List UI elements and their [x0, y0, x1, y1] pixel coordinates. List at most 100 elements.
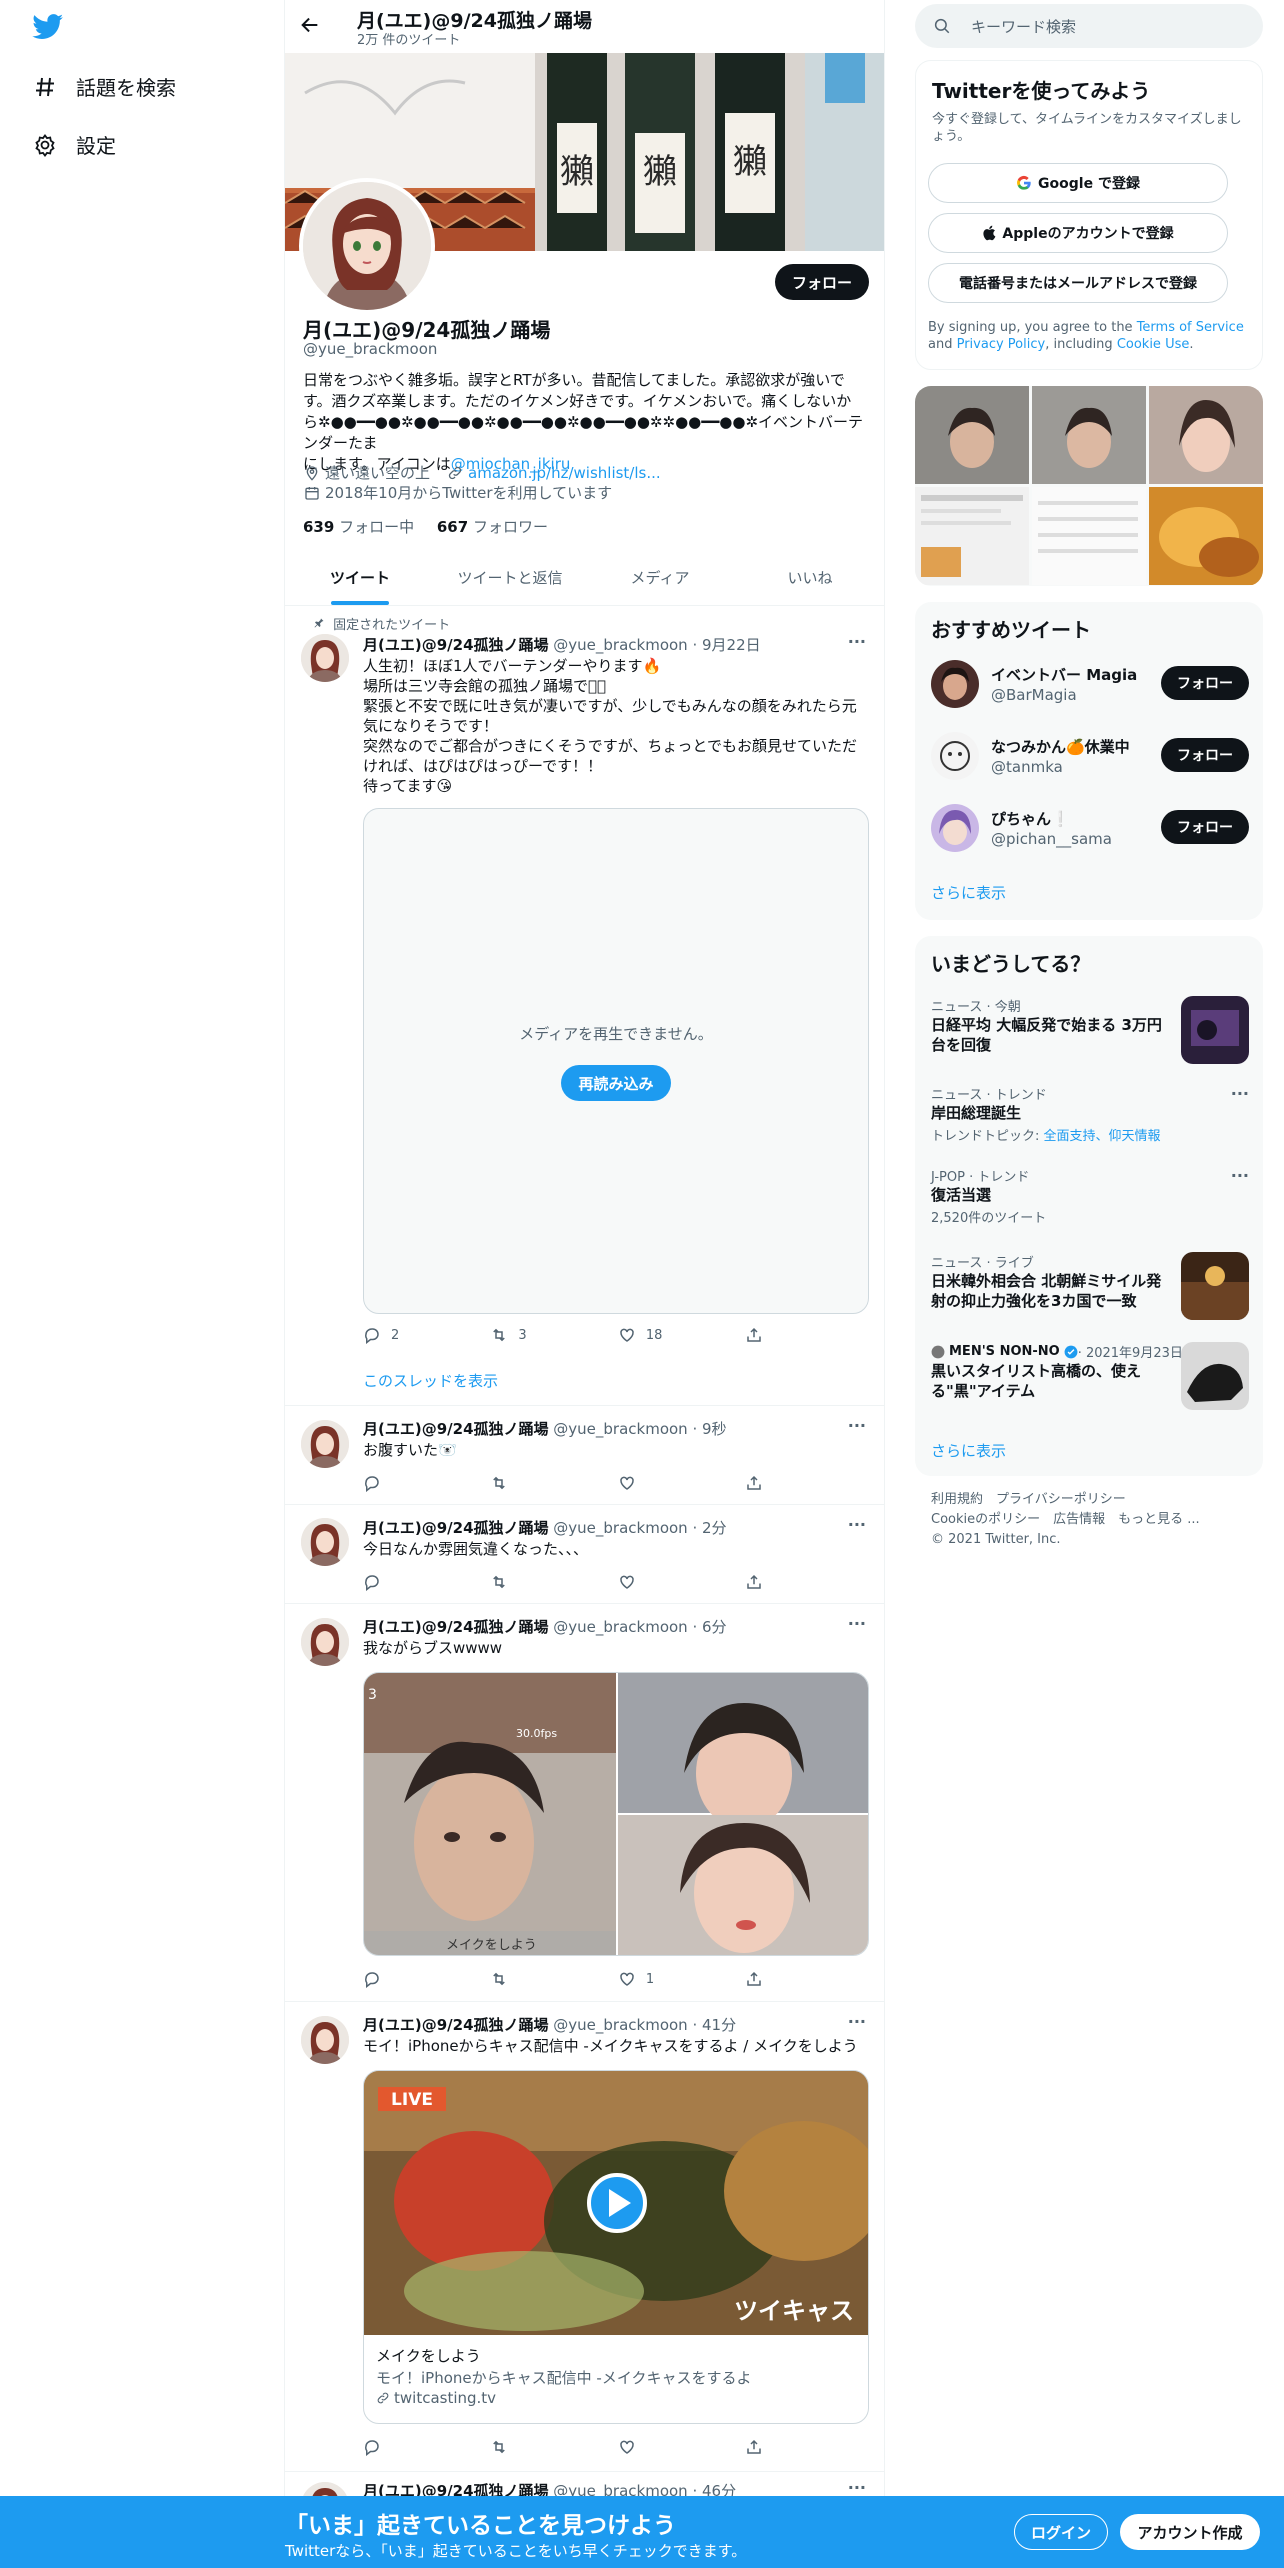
create-account-button[interactable]: アカウント作成 [1120, 2514, 1260, 2550]
reply-button[interactable] [363, 2438, 490, 2456]
retweet-button[interactable] [490, 1474, 617, 1492]
terms-of-service-link[interactable]: Terms of Service [1137, 320, 1244, 335]
followers-stat[interactable]: 667 フォロワー [437, 518, 548, 536]
trend-item[interactable]: ニュース · ライブ 日米韓外相会合 北朝鮮ミサイル発射の抑止力強化を3カ国で一… [931, 1252, 1249, 1328]
retweet-button[interactable] [490, 1970, 617, 1988]
media-thumb[interactable] [1149, 487, 1263, 585]
tweet-avatar[interactable] [301, 1518, 349, 1566]
media-thumb[interactable] [915, 487, 1029, 585]
pinned-label: 固定されたツイート [333, 618, 451, 633]
tab-media[interactable]: メディア [585, 550, 735, 605]
tweet-avatar[interactable] [301, 1420, 349, 1468]
apple-signup-button[interactable]: Appleのアカウントで登録 [928, 213, 1228, 253]
show-more-link[interactable]: さらに表示 [931, 882, 1006, 903]
reply-button[interactable]: 2 [363, 1326, 490, 1344]
reply-button[interactable] [363, 1970, 490, 1988]
trend-item[interactable]: MEN'S NON-NO · 2021年9月23日 黒いスタイリスト高橋の、使え… [931, 1342, 1249, 1418]
tweet-handle-time[interactable]: @yue_brackmoon · 6分 [549, 1618, 726, 1636]
heart-icon [620, 1476, 634, 1490]
tweet-avatar[interactable] [301, 634, 349, 682]
tweet-author-name[interactable]: 月(ユエ)@9/24孤独ノ踊場 [363, 1420, 549, 1438]
more-icon[interactable]: ··· [848, 1515, 866, 1534]
more-icon[interactable]: ··· [848, 2478, 866, 2497]
like-button[interactable]: 1 [618, 1970, 745, 1988]
card-domain: twitcasting.tv [394, 2389, 497, 2407]
more-icon[interactable]: ··· [1231, 1166, 1249, 1185]
header-tweet-count: 2万 件のツイート [357, 33, 461, 48]
profile-avatar[interactable] [299, 178, 435, 314]
retweet-count: 3 [518, 1327, 527, 1343]
phone-email-signup-button[interactable]: 電話番号またはメールアドレスで登録 [928, 263, 1228, 303]
profile-website-link[interactable]: amazon.jp/hz/wishlist/ls... [468, 464, 661, 482]
trend-related-links[interactable]: 全面支持、仰天情報 [1044, 1129, 1161, 1144]
trend-item[interactable]: ニュース · トレンド 岸田総理誕生 トレンドトピック: 全面支持、仰天情報 ·… [931, 1084, 1249, 1144]
tweet-handle-time[interactable]: @yue_brackmoon · 9秒 [549, 1420, 726, 1438]
tweet-avatar[interactable] [301, 2016, 349, 2064]
share-button[interactable] [745, 1326, 783, 1344]
retweet-button[interactable] [490, 1573, 617, 1591]
tweet-author-name[interactable]: 月(ユエ)@9/24孤独ノ踊場 [363, 636, 549, 654]
nav-explore[interactable]: 話題を検索 [32, 72, 176, 101]
login-button[interactable]: ログイン [1014, 2514, 1108, 2550]
tweet-photo-grid[interactable]: 3 30.0fps メイクをしよう [363, 1672, 869, 1956]
link-card[interactable]: LIVE ツイキャス メイクをしよう モイ！iPhoneからキャス配信中 -メイ… [363, 2070, 869, 2424]
privacy-policy-link[interactable]: Privacy Policy [957, 337, 1046, 352]
trend-item[interactable]: J-POP · トレンド 復活当選 2,520件のツイート ··· [931, 1166, 1249, 1226]
show-thread-link[interactable]: このスレッドを表示 [363, 1370, 498, 1391]
recommended-account[interactable]: なつみかん🍊休業中 @tanmka フォロー [931, 728, 1249, 784]
google-signup-button[interactable]: Google で登録 [928, 163, 1228, 203]
follow-button[interactable]: フォロー [1161, 666, 1249, 700]
follow-button[interactable]: フォロー [775, 264, 869, 300]
more-icon[interactable]: ··· [848, 632, 866, 651]
more-icon[interactable]: ··· [848, 1416, 866, 1435]
more-icon[interactable]: ··· [848, 2012, 866, 2031]
twitter-logo-icon[interactable] [32, 14, 64, 40]
like-button[interactable] [618, 1474, 745, 1492]
recommended-account[interactable]: イベントバー Magia @BarMagia フォロー [931, 656, 1249, 712]
like-button[interactable] [618, 1573, 745, 1591]
like-button[interactable]: 18 [618, 1326, 745, 1344]
bottom-signup-bar: 「いま」起きていることを見つけよう Twitterなら、「いま」起きていることを… [0, 2496, 1284, 2568]
tweet-handle-time[interactable]: @yue_brackmoon · 9月22日 [549, 636, 760, 654]
media-thumb[interactable] [1032, 386, 1146, 484]
like-button[interactable] [618, 2438, 745, 2456]
more-icon[interactable]: ··· [848, 1614, 866, 1633]
share-button[interactable] [745, 1474, 783, 1492]
follow-button[interactable]: フォロー [1161, 738, 1249, 772]
tab-tweets[interactable]: ツイート [285, 550, 435, 605]
nav-settings[interactable]: 設定 [32, 130, 116, 159]
more-icon[interactable]: ··· [1231, 1084, 1249, 1103]
following-stat[interactable]: 639 フォロー中 [303, 518, 414, 536]
tab-tweets-replies[interactable]: ツイートと返信 [435, 550, 585, 605]
recommended-account[interactable]: ぴちゃん❕ @pichan__sama フォロー [931, 800, 1249, 856]
share-button[interactable] [745, 2438, 783, 2456]
tweet-actions [363, 2438, 783, 2456]
tweet-author-name[interactable]: 月(ユエ)@9/24孤独ノ踊場 [363, 1519, 549, 1537]
media-thumb[interactable] [915, 386, 1029, 484]
tweet-author-name[interactable]: 月(ユエ)@9/24孤独ノ踊場 [363, 2016, 549, 2034]
trend-item[interactable]: ニュース · 今朝 日経平均 大幅反発で始まる 3万円台を回復 [931, 996, 1249, 1072]
show-more-link[interactable]: さらに表示 [931, 1440, 1006, 1461]
nav-settings-label: 設定 [76, 134, 116, 158]
share-button[interactable] [745, 1970, 783, 1988]
reload-button[interactable]: 再読み込み [561, 1065, 671, 1101]
tweet-handle-time[interactable]: @yue_brackmoon · 41分 [549, 2016, 736, 2034]
cookie-use-link[interactable]: Cookie Use [1117, 337, 1190, 352]
footer-links[interactable]: Cookieのポリシー 広告情報 もっと見る ... [931, 1510, 1251, 1530]
share-button[interactable] [745, 1573, 783, 1591]
tweet-handle-time[interactable]: @yue_brackmoon · 2分 [549, 1519, 726, 1537]
back-arrow-icon[interactable] [299, 14, 323, 38]
tweet-avatar[interactable] [301, 1618, 349, 1666]
tweet-author-name[interactable]: 月(ユエ)@9/24孤独ノ踊場 [363, 1618, 549, 1636]
media-thumb[interactable] [1032, 487, 1146, 585]
retweet-button[interactable] [490, 2438, 617, 2456]
apple-icon [982, 225, 996, 241]
media-thumb[interactable] [1149, 386, 1263, 484]
reply-button[interactable] [363, 1573, 490, 1591]
tab-likes[interactable]: いいね [735, 550, 884, 605]
footer-links[interactable]: 利用規約 プライバシーポリシー [931, 1490, 1251, 1510]
reply-button[interactable] [363, 1474, 490, 1492]
retweet-button[interactable]: 3 [490, 1326, 617, 1344]
search-box[interactable]: キーワード検索 [915, 4, 1263, 48]
follow-button[interactable]: フォロー [1161, 810, 1249, 844]
